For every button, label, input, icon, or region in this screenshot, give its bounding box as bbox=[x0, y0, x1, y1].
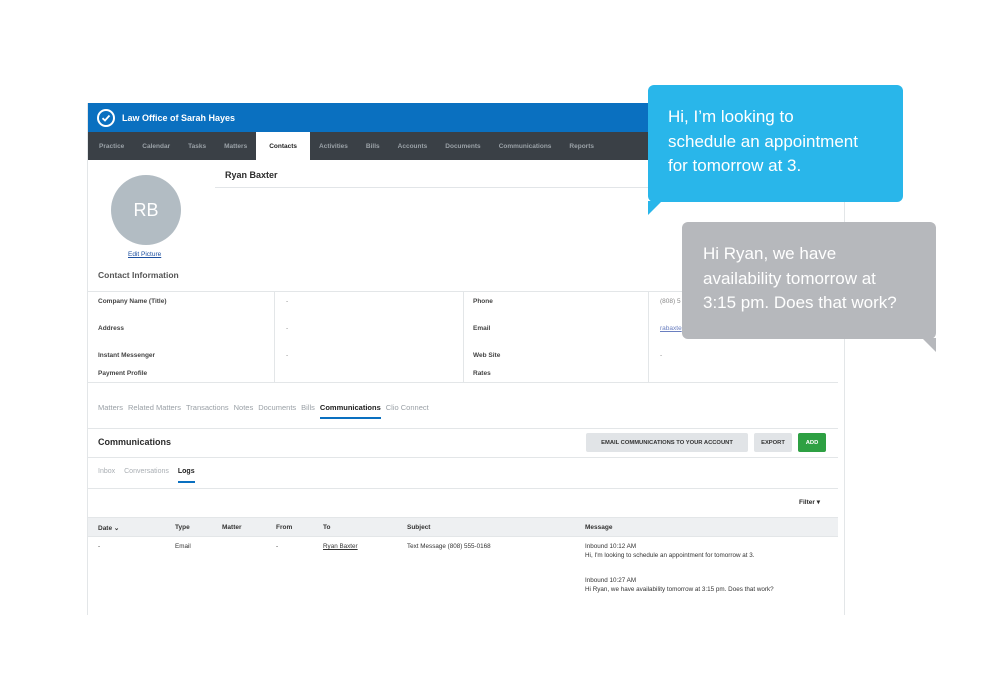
divider bbox=[88, 488, 838, 489]
payment-profile-label: Payment Profile bbox=[98, 370, 148, 377]
divider bbox=[88, 428, 838, 429]
subtab-transactions[interactable]: Transactions bbox=[186, 403, 229, 419]
column-header-from[interactable]: From bbox=[276, 524, 292, 531]
column-header-matter[interactable]: Matter bbox=[222, 524, 242, 531]
email-label: Email bbox=[473, 325, 491, 332]
subtab-documents[interactable]: Documents bbox=[258, 403, 296, 419]
edit-picture-link[interactable]: Edit Picture bbox=[128, 251, 161, 258]
table-header: Date ⌄ Type Matter From To Subject Messa… bbox=[88, 517, 838, 537]
cell-to-link[interactable]: Ryan Baxter bbox=[323, 543, 358, 550]
subtab-matters[interactable]: Matters bbox=[98, 403, 123, 419]
filter-dropdown[interactable]: Filter ▾ bbox=[799, 498, 820, 506]
office-bubble-line-3: 3:15 pm. Does that work? bbox=[703, 293, 897, 312]
column-header-subject[interactable]: Subject bbox=[407, 524, 430, 531]
cell-subject: Text Message (808) 555-0168 bbox=[407, 543, 491, 550]
nav-item-contacts[interactable]: Contacts bbox=[256, 132, 311, 160]
client-chat-bubble: Hi, I’m looking to schedule an appointme… bbox=[648, 85, 903, 202]
email-communications-button[interactable]: EMAIL COMMUNICATIONS TO YOUR ACCOUNT bbox=[586, 433, 748, 452]
message-1-header: Inbound 10:12 AM bbox=[585, 543, 637, 550]
tab-conversations[interactable]: Conversations bbox=[124, 468, 169, 483]
nav-item-reports[interactable]: Reports bbox=[560, 132, 603, 160]
message-2-header: Inbound 10:27 AM bbox=[585, 577, 637, 584]
communications-tabs: Inbox Conversations Logs bbox=[98, 468, 195, 483]
firm-name: Law Office of Sarah Hayes bbox=[122, 112, 236, 123]
column-header-date[interactable]: Date ⌄ bbox=[98, 524, 119, 532]
email-link[interactable]: rabaxte bbox=[660, 325, 682, 332]
phone-value: (808) 5 bbox=[660, 298, 681, 305]
website-label: Web Site bbox=[473, 352, 501, 359]
communications-title: Communications bbox=[98, 437, 172, 447]
nav-item-activities[interactable]: Activities bbox=[310, 132, 357, 160]
column-header-message[interactable]: Message bbox=[585, 524, 612, 531]
nav-item-practice[interactable]: Practice bbox=[90, 132, 133, 160]
website-value: - bbox=[660, 352, 663, 359]
company-label: Company Name (Title) bbox=[98, 298, 167, 305]
divider bbox=[463, 292, 464, 382]
instant-messenger-label: Instant Messenger bbox=[98, 352, 156, 359]
column-header-type[interactable]: Type bbox=[175, 524, 190, 531]
cell-type: Email bbox=[175, 543, 191, 550]
cell-from: - bbox=[276, 543, 279, 550]
divider bbox=[274, 292, 275, 382]
message-1: Inbound 10:12 AM Hi, I'm looking to sche… bbox=[585, 543, 755, 560]
nav-item-communications[interactable]: Communications bbox=[490, 132, 561, 160]
tab-inbox[interactable]: Inbox bbox=[98, 468, 115, 483]
client-bubble-line-3: for tomorrow at 3. bbox=[668, 156, 802, 175]
contact-subtabs: Matters Related Matters Transactions Not… bbox=[98, 403, 429, 419]
nav-item-documents[interactable]: Documents bbox=[436, 132, 489, 160]
tab-logs[interactable]: Logs bbox=[177, 468, 195, 483]
message-2-body: Hi Ryan, we have availability tomorrow a… bbox=[585, 585, 774, 593]
office-bubble-tail bbox=[922, 338, 936, 352]
message-2: Inbound 10:27 AM Hi Ryan, we have availa… bbox=[585, 577, 774, 594]
phone-label: Phone bbox=[473, 298, 493, 305]
subtab-clio-connect[interactable]: Clio Connect bbox=[386, 403, 429, 419]
company-value: - bbox=[286, 298, 289, 305]
subtab-notes[interactable]: Notes bbox=[234, 403, 254, 419]
cell-date: - bbox=[98, 543, 101, 550]
export-button[interactable]: EXPORT bbox=[754, 433, 792, 452]
office-bubble-line-2: availability tomorrow at bbox=[703, 268, 876, 288]
subtab-communications[interactable]: Communications bbox=[319, 403, 381, 419]
nav-item-bills[interactable]: Bills bbox=[357, 132, 389, 160]
instant-messenger-value: - bbox=[286, 352, 289, 359]
subtab-bills[interactable]: Bills bbox=[301, 403, 315, 419]
client-bubble-tail bbox=[648, 201, 662, 215]
address-label: Address bbox=[98, 325, 125, 332]
column-header-to[interactable]: To bbox=[323, 524, 330, 531]
clio-check-logo-icon[interactable] bbox=[97, 108, 115, 127]
client-bubble-line-2: schedule an appointment bbox=[668, 131, 858, 151]
nav-item-matters[interactable]: Matters bbox=[215, 132, 256, 160]
address-value: - bbox=[286, 325, 289, 332]
avatar: RB bbox=[111, 175, 181, 245]
nav-item-accounts[interactable]: Accounts bbox=[389, 132, 437, 160]
message-1-body: Hi, I'm looking to schedule an appointme… bbox=[585, 551, 755, 559]
client-bubble-line-1: Hi, I’m looking to bbox=[668, 107, 794, 126]
add-button[interactable]: ADD bbox=[798, 433, 826, 452]
office-chat-bubble: Hi Ryan, we have availability tomorrow a… bbox=[682, 222, 936, 339]
divider bbox=[648, 292, 649, 382]
nav-item-calendar[interactable]: Calendar bbox=[133, 132, 179, 160]
rates-label: Rates bbox=[473, 370, 491, 377]
divider bbox=[88, 457, 838, 458]
subtab-related-matters[interactable]: Related Matters bbox=[128, 403, 181, 419]
nav-item-tasks[interactable]: Tasks bbox=[179, 132, 215, 160]
contact-information-title: Contact Information bbox=[98, 270, 179, 280]
contact-name: Ryan Baxter bbox=[225, 170, 278, 180]
office-bubble-line-1: Hi Ryan, we have bbox=[703, 244, 837, 263]
